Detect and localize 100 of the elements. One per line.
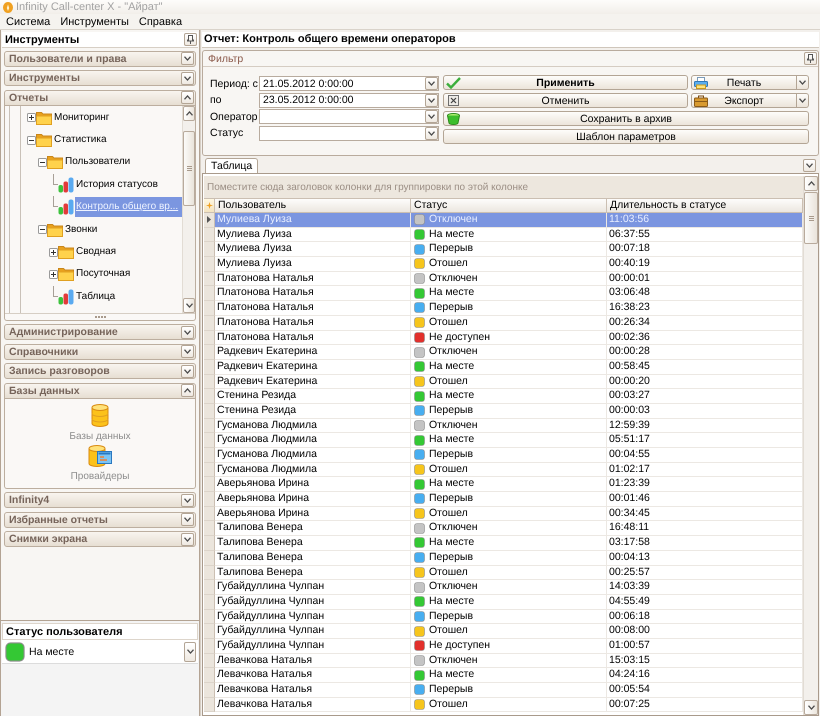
scrollbar-thumb[interactable]: [183, 130, 195, 206]
table-row[interactable]: Радкевич Екатерина Отошел 00:00:20: [204, 374, 803, 390]
toggle-button[interactable]: [181, 384, 194, 397]
dropdown-button[interactable]: [425, 126, 438, 140]
tree-item[interactable]: Сводная: [75, 242, 118, 262]
table-row[interactable]: Гусманова Людмила Отошел 01:02:17: [204, 462, 803, 478]
tree-item[interactable]: Мониторинг: [53, 108, 110, 128]
table-row[interactable]: Талипова Венера Отошел 00:25:57: [204, 566, 803, 580]
table-row[interactable]: Мулиева Луиза Перерыв 00:07:18: [204, 242, 803, 258]
table-row[interactable]: Аверьянова Ирина Отошел 00:34:45: [204, 506, 803, 522]
archive-button[interactable]: Сохранить в архив: [443, 111, 809, 126]
minus-box-icon[interactable]: [27, 136, 36, 145]
dropdown-button[interactable]: [797, 93, 809, 108]
tree-item[interactable]: Таблица: [75, 286, 116, 307]
toggle-button[interactable]: [181, 72, 194, 84]
table-row[interactable]: Мулиева Луиза Отошел 00:40:19: [204, 257, 803, 272]
dropdown-field[interactable]: [259, 126, 439, 140]
table-row[interactable]: Платонова Наталья На месте 03:06:48: [204, 286, 803, 302]
accordion-header[interactable]: Отчеты: [4, 90, 196, 106]
pin-button[interactable]: [184, 33, 197, 46]
cancel-button[interactable]: Отменить: [443, 93, 688, 108]
tree-item[interactable]: Посуточная: [75, 264, 132, 284]
table-row[interactable]: Губайдуллина Чулпан Не доступен 01:00:57: [204, 638, 803, 654]
scroll-down-button[interactable]: [804, 700, 818, 715]
accordion-header[interactable]: Инструменты: [4, 70, 196, 86]
accordion-header[interactable]: Infinity4: [4, 492, 196, 508]
toggle-button[interactable]: [181, 494, 194, 506]
tree-item[interactable]: Пользователи: [64, 152, 132, 172]
table-row[interactable]: Левачкова Наталья Перерыв 00:05:54: [204, 683, 803, 698]
table-row[interactable]: Радкевич Екатерина Отключен 00:00:28: [204, 345, 803, 360]
toggle-button[interactable]: [181, 364, 194, 378]
table-row[interactable]: Платонова Наталья Отключен 00:00:01: [204, 272, 803, 286]
scrollbar[interactable]: [182, 106, 195, 312]
database-window-icon[interactable]: [88, 444, 112, 466]
dropdown-button[interactable]: [797, 75, 809, 90]
table-row[interactable]: Аверьянова Ирина На месте 01:23:39: [204, 477, 803, 492]
row-selector[interactable]: [204, 213, 215, 228]
table-row[interactable]: Аверьянова Ирина Перерыв 00:01:46: [204, 492, 803, 507]
column-header[interactable]: Пользователь: [215, 199, 411, 212]
tab-menu-button[interactable]: [803, 159, 816, 172]
table-row[interactable]: Платонова Наталья Отошел 00:26:34: [204, 316, 803, 330]
database-icon[interactable]: [90, 404, 109, 426]
dropdown-field[interactable]: 21.05.2012 0:00:00: [259, 76, 439, 91]
table-row[interactable]: Талипова Венера Отключен 16:48:11: [204, 521, 803, 536]
menu-item[interactable]: Справка: [134, 14, 188, 28]
toggle-button[interactable]: [181, 513, 194, 526]
dropdown-field[interactable]: [259, 109, 439, 124]
print-button[interactable]: Печать: [691, 75, 797, 90]
minus-box-icon[interactable]: [38, 225, 47, 234]
toggle-button[interactable]: [181, 345, 194, 358]
toggle-button[interactable]: [181, 326, 194, 338]
accordion-header[interactable]: Избранные отчеты: [4, 512, 196, 528]
tree-item[interactable]: История статусов: [75, 174, 159, 195]
template-button[interactable]: Шаблон параметров: [443, 129, 809, 144]
dropdown-button[interactable]: [425, 94, 438, 106]
column-header[interactable]: Статус: [411, 199, 607, 212]
dropdown-button[interactable]: [184, 642, 196, 662]
table-row[interactable]: Стенина Резида На месте 00:03:27: [204, 389, 803, 404]
scroll-up-button[interactable]: [183, 106, 195, 120]
toggle-button[interactable]: [181, 52, 194, 65]
toggle-button[interactable]: [181, 532, 194, 546]
table-row[interactable]: Губайдуллина Чулпан На месте 04:55:49: [204, 594, 803, 610]
status-dropdown[interactable]: На месте: [2, 640, 198, 664]
table-row[interactable]: Гусманова Людмила На месте 05:51:17: [204, 433, 803, 448]
toggle-button[interactable]: [181, 91, 194, 104]
table-row[interactable]: Гусманова Людмила Отключен 12:59:39: [204, 418, 803, 434]
scroll-up-button[interactable]: [804, 176, 818, 191]
table-row[interactable]: Мулиева Луиза На месте 06:37:55: [204, 228, 803, 242]
table-row[interactable]: Платонова Наталья Не доступен 00:02:36: [204, 330, 803, 346]
accordion-header[interactable]: Справочники: [4, 344, 196, 360]
table-row[interactable]: Левачкова Наталья Отошел 00:07:25: [204, 698, 803, 712]
export-button[interactable]: Экспорт: [691, 93, 797, 108]
scroll-down-button[interactable]: [183, 298, 195, 312]
plus-box-icon[interactable]: [49, 270, 58, 279]
tree-item[interactable]: Статистика: [53, 130, 108, 150]
table-row[interactable]: Платонова Наталья Перерыв 16:38:23: [204, 301, 803, 316]
minus-box-icon[interactable]: [38, 158, 47, 167]
table-row[interactable]: Левачкова Наталья Отключен 15:03:15: [204, 654, 803, 668]
accordion-header[interactable]: Запись разговоров: [4, 363, 196, 379]
dropdown-button[interactable]: [425, 77, 438, 90]
plus-box-icon[interactable]: [27, 113, 36, 122]
scrollbar-thumb[interactable]: [804, 192, 818, 244]
accordion-header[interactable]: Пользователи и права: [4, 50, 196, 66]
table-row[interactable]: Губайдуллина Чулпан Отключен 14:03:39: [204, 580, 803, 595]
table-row[interactable]: Стенина Резида Перерыв 00:00:03: [204, 404, 803, 419]
table-row[interactable]: Гусманова Людмила Перерыв 00:04:55: [204, 448, 803, 463]
tree-item[interactable]: Звонки: [64, 220, 98, 240]
accordion-header[interactable]: Снимки экрана: [4, 531, 196, 547]
dropdown-button[interactable]: [425, 110, 438, 123]
tab[interactable]: Таблица: [205, 158, 258, 173]
pin-button[interactable]: [804, 52, 817, 65]
menu-item[interactable]: Инструменты: [55, 14, 134, 28]
table-row[interactable]: Левачкова Наталья На месте 04:24:16: [204, 668, 803, 683]
accordion-header[interactable]: Администрирование: [4, 324, 196, 340]
table-row[interactable]: Губайдуллина Чулпан Перерыв 00:06:18: [204, 610, 803, 624]
table-row[interactable]: Талипова Венера На месте 03:17:58: [204, 536, 803, 551]
table-row[interactable]: Талипова Венера Перерыв 00:04:13: [204, 550, 803, 566]
menu-item[interactable]: Система: [1, 14, 56, 28]
accordion-header[interactable]: Базы данных: [4, 382, 196, 398]
table-row[interactable]: Губайдуллина Чулпан Отошел 00:08:00: [204, 624, 803, 639]
